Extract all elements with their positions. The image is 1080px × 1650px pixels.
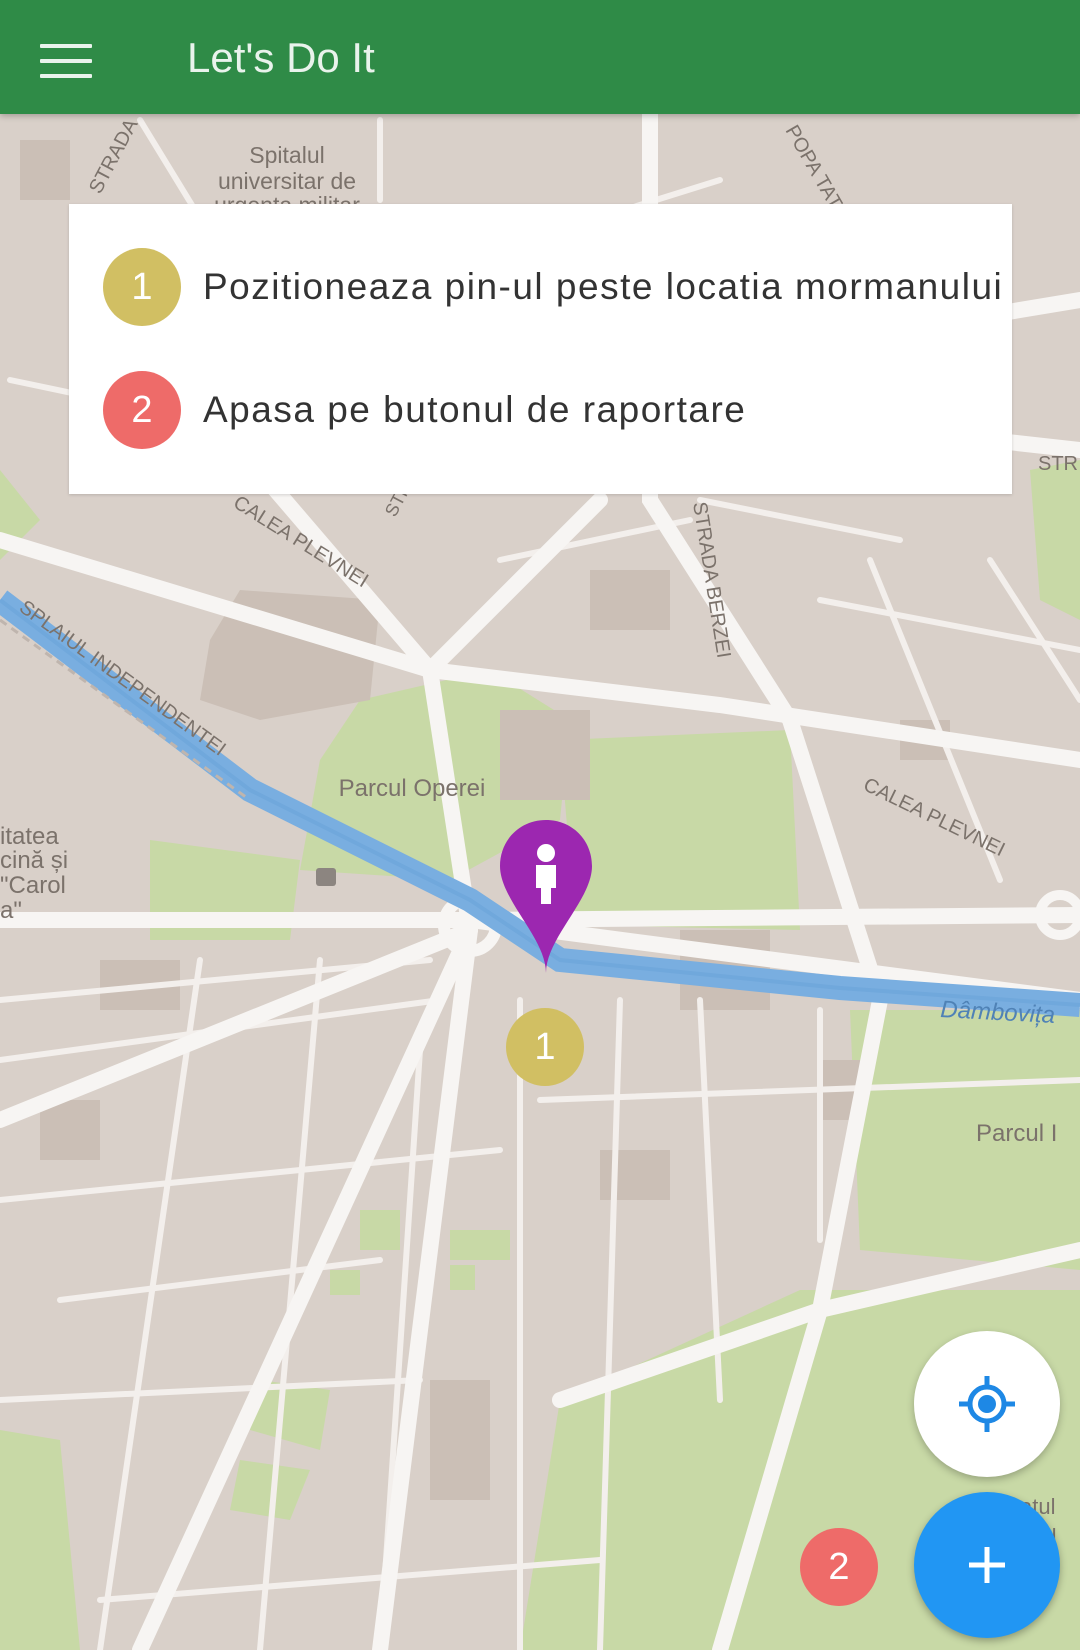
person-icon-head bbox=[537, 844, 555, 862]
step-2-text: Apasa pe butonul de raportare bbox=[203, 389, 747, 430]
label-spital-2: universitar de bbox=[218, 168, 356, 194]
plus-icon bbox=[969, 1547, 1005, 1583]
location-pin-icon[interactable] bbox=[496, 818, 596, 976]
step-1-text: Pozitioneaza pin-ul peste locatia morman… bbox=[203, 266, 1004, 307]
label-str-right: STR bbox=[1038, 453, 1078, 475]
label-spital: Spitalul bbox=[249, 142, 324, 168]
label-parcul-operei: Parcul Operei bbox=[339, 775, 486, 802]
pin-step-badge: 1 bbox=[506, 1008, 584, 1086]
instruction-step-1: 1 Pozitioneaza pin-ul peste locatia morm… bbox=[103, 247, 1003, 327]
label-univ-1: itatea bbox=[0, 823, 59, 850]
label-univ-4: a" bbox=[0, 897, 22, 924]
label-univ-2: cină și bbox=[0, 847, 68, 874]
app-bar: Let's Do It bbox=[0, 0, 1080, 114]
step-1-badge: 1 bbox=[103, 248, 181, 326]
instruction-step-2: 2 Apasa pe butonul de raportare bbox=[103, 370, 746, 450]
my-location-button[interactable] bbox=[914, 1331, 1060, 1477]
add-report-button[interactable] bbox=[914, 1492, 1060, 1638]
fab-step-badge: 2 bbox=[800, 1528, 878, 1606]
label-univ-3: "Carol bbox=[0, 872, 66, 899]
app-title: Let's Do It bbox=[187, 34, 375, 81]
metro-station-icon bbox=[316, 868, 336, 886]
label-parcul-right: Parcul I bbox=[976, 1120, 1057, 1147]
menu-icon[interactable] bbox=[40, 44, 92, 84]
crosshair-location-icon bbox=[959, 1376, 1015, 1432]
step-2-badge: 2 bbox=[103, 371, 181, 449]
instructions-card: 1 Pozitioneaza pin-ul peste locatia morm… bbox=[69, 204, 1012, 494]
